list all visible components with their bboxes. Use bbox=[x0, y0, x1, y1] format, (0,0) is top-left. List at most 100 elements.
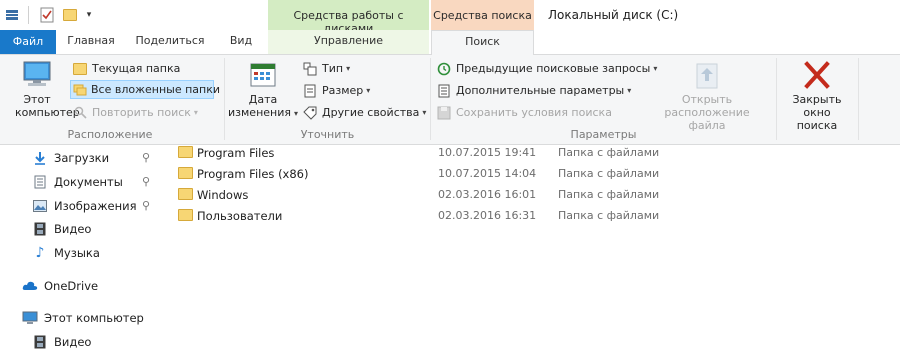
save-search-button[interactable]: Сохранить условия поиска bbox=[436, 103, 612, 122]
file-row[interactable]: Program Files (x86) 10.07.2015 14:04 Пап… bbox=[178, 164, 718, 185]
all-subfolders-label: Все вложенные папки bbox=[91, 83, 221, 96]
tag-icon bbox=[302, 105, 318, 121]
folder-icon bbox=[72, 61, 88, 77]
nav-item-pictures[interactable]: Изображения bbox=[32, 196, 137, 216]
recent-searches-button[interactable]: Предыдущие поисковые запросы ▾ bbox=[436, 59, 657, 78]
properties-icon[interactable] bbox=[38, 6, 56, 24]
size-icon bbox=[302, 83, 318, 99]
recent-searches-label: Предыдущие поисковые запросы bbox=[456, 62, 651, 75]
group-label-location: Расположение bbox=[67, 128, 153, 141]
video-icon bbox=[32, 334, 48, 350]
file-date: 02.03.2016 16:31 bbox=[438, 209, 537, 222]
file-type: Папка с файлами bbox=[558, 209, 660, 222]
type-caret-icon: ▾ bbox=[346, 64, 351, 73]
pin-icon[interactable]: ⚲ bbox=[142, 199, 150, 212]
nav-item-label: OneDrive bbox=[44, 279, 99, 293]
this-pc-button[interactable]: Этот компьютер bbox=[6, 60, 80, 119]
tab-manage[interactable]: Управление bbox=[268, 30, 429, 54]
file-row[interactable]: Program Files 10.07.2015 19:41 Папка с ф… bbox=[178, 143, 718, 164]
file-date: 10.07.2015 19:41 bbox=[438, 146, 537, 159]
close-search-label: Закрыть окно поиска bbox=[792, 93, 842, 132]
qat-customize-icon[interactable]: ▾ bbox=[82, 6, 96, 24]
calendar-icon bbox=[250, 63, 276, 87]
recent-searches-icon bbox=[436, 61, 452, 77]
close-icon bbox=[804, 61, 830, 89]
group-label-options: Параметры bbox=[570, 128, 637, 141]
other-properties-label: Другие свойства bbox=[322, 106, 420, 119]
folder-icon bbox=[178, 146, 193, 158]
file-name: Windows bbox=[197, 188, 249, 202]
qat-divider bbox=[28, 6, 29, 24]
subfolders-icon bbox=[73, 82, 87, 98]
file-name: Пользователи bbox=[197, 209, 283, 223]
tab-file[interactable]: Файл bbox=[0, 30, 56, 54]
ribbon-separator bbox=[858, 58, 859, 140]
nav-item-label: Загрузки bbox=[54, 151, 110, 165]
nav-item-label: Музыка bbox=[54, 246, 100, 260]
size-button[interactable]: Размер ▾ bbox=[302, 81, 370, 100]
tab-search[interactable]: Поиск bbox=[431, 30, 534, 56]
date-modified-text: Дата изменения bbox=[228, 93, 291, 119]
current-folder-label: Текущая папка bbox=[92, 62, 181, 75]
file-date: 02.03.2016 16:01 bbox=[438, 188, 537, 201]
nav-item-downloads[interactable]: Загрузки bbox=[32, 148, 109, 168]
nav-item-onedrive[interactable]: OneDrive bbox=[22, 276, 98, 296]
pin-icon[interactable]: ⚲ bbox=[142, 175, 150, 188]
nav-item-pc-video[interactable]: Видео bbox=[32, 332, 91, 352]
open-file-location-button[interactable]: Открыть расположение файла bbox=[642, 60, 772, 132]
nav-item-label: Этот компьютер bbox=[44, 311, 144, 325]
advanced-options-button[interactable]: Дополнительные параметры ▾ bbox=[436, 81, 631, 100]
nav-item-documents[interactable]: Документы bbox=[32, 172, 123, 192]
context-group-search-tools-label: Средства поиска bbox=[433, 9, 532, 22]
tab-home[interactable]: Главная bbox=[60, 30, 122, 54]
save-search-label: Сохранить условия поиска bbox=[456, 106, 612, 119]
open-file-location-icon bbox=[696, 63, 718, 89]
file-type: Папка с файлами bbox=[558, 188, 660, 201]
all-subfolders-button[interactable]: Все вложенные папки bbox=[70, 80, 220, 99]
nav-item-label: Видео bbox=[54, 335, 92, 349]
other-properties-button[interactable]: Другие свойства ▾ bbox=[302, 103, 426, 122]
context-group-disk-tools: Средства работы с дисками bbox=[268, 0, 429, 35]
video-icon bbox=[32, 221, 48, 237]
nav-item-label: Изображения bbox=[54, 199, 137, 213]
nav-item-label: Документы bbox=[54, 175, 123, 189]
advanced-options-label: Дополнительные параметры bbox=[456, 84, 625, 97]
context-group-search-tools: Средства поиска bbox=[431, 0, 534, 30]
tab-share[interactable]: Поделиться bbox=[130, 30, 210, 54]
current-folder-button[interactable]: Текущая папка bbox=[72, 59, 180, 78]
ribbon-separator bbox=[430, 58, 431, 140]
download-icon bbox=[32, 150, 48, 166]
nav-item-this-pc[interactable]: Этот компьютер bbox=[22, 308, 144, 328]
date-modified-button[interactable]: Дата изменения ▾ bbox=[228, 60, 298, 120]
file-row[interactable]: Пользователи 02.03.2016 16:31 Папка с фа… bbox=[178, 206, 718, 227]
size-label: Размер bbox=[322, 84, 364, 97]
search-icon bbox=[72, 105, 88, 121]
advanced-options-icon bbox=[436, 83, 452, 99]
close-search-button[interactable]: Закрыть окно поиска bbox=[780, 60, 854, 132]
folder-icon bbox=[178, 167, 193, 179]
tab-view[interactable]: Вид bbox=[222, 30, 260, 54]
folder-icon bbox=[178, 188, 193, 200]
file-type: Папка с файлами bbox=[558, 167, 660, 180]
date-modified-caret-icon: ▾ bbox=[293, 109, 298, 118]
type-button[interactable]: Тип ▾ bbox=[302, 59, 350, 78]
type-icon bbox=[302, 61, 318, 77]
ribbon-separator bbox=[776, 58, 777, 140]
this-pc-label: Этот компьютер bbox=[15, 93, 80, 119]
app-icon[interactable] bbox=[4, 6, 20, 24]
pin-icon[interactable]: ⚲ bbox=[142, 151, 150, 164]
folder-icon bbox=[178, 209, 193, 221]
new-folder-icon[interactable] bbox=[62, 6, 78, 24]
nav-item-music[interactable]: ♪ Музыка bbox=[32, 243, 100, 263]
nav-item-video[interactable]: Видео bbox=[32, 219, 91, 239]
ribbon-separator bbox=[224, 58, 225, 140]
music-icon: ♪ bbox=[35, 245, 45, 261]
group-label-refine: Уточнить bbox=[300, 128, 355, 141]
nav-item-label: Видео bbox=[54, 222, 92, 236]
window-title: Локальный диск (C:) bbox=[548, 8, 679, 22]
file-row[interactable]: Windows 02.03.2016 16:01 Папка с файлами bbox=[178, 185, 718, 206]
save-icon bbox=[436, 105, 452, 121]
file-name: Program Files (x86) bbox=[197, 167, 309, 181]
repeat-search-button[interactable]: Повторить поиск ▾ bbox=[72, 103, 198, 122]
repeat-search-label: Повторить поиск bbox=[92, 106, 191, 119]
